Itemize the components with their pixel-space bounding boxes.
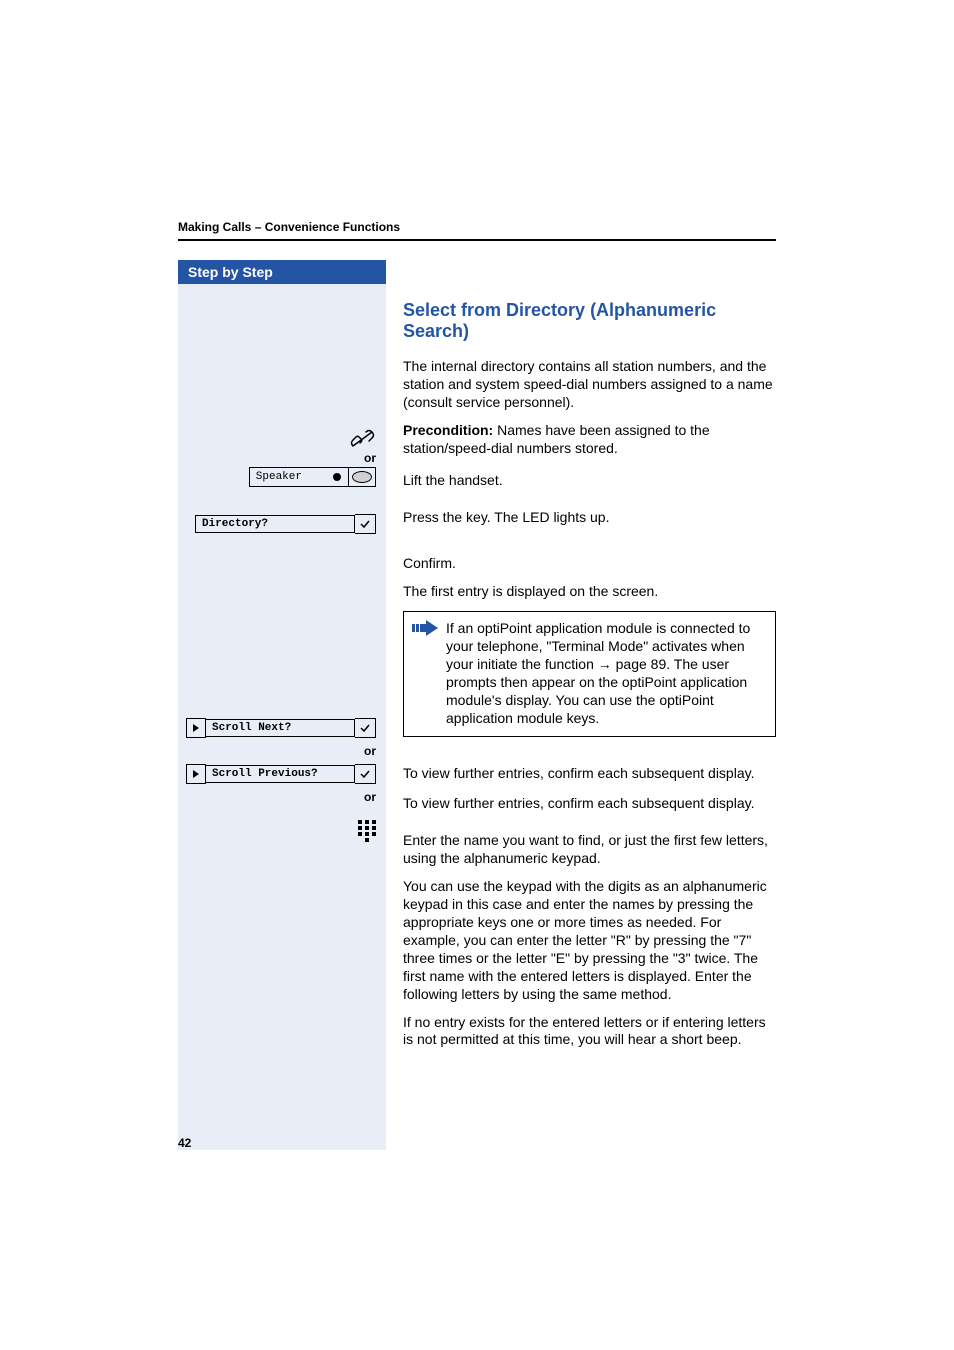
page-header: Making Calls – Convenience Functions (178, 220, 776, 241)
page-number: 42 (178, 1136, 191, 1150)
sidebar-header: Step by Step (178, 260, 386, 284)
first-entry-text: The first entry is displayed on the scre… (403, 583, 776, 601)
confirm-check-icon (355, 514, 376, 534)
scroll-next-prompt: Scroll Next? (186, 718, 376, 738)
note-arrow-icon (412, 620, 438, 641)
speaker-key-label: Speaker (250, 471, 332, 483)
lift-handset-text: Lift the handset. (403, 472, 776, 490)
heading: Select from Directory (Alphanumeric Sear… (403, 300, 776, 342)
sidebar-title: Step by Step (188, 264, 273, 280)
keypad-icon (358, 820, 376, 842)
or-label-1: or (364, 451, 376, 465)
note-box: If an optiPoint application module is co… (403, 611, 776, 736)
header-rule (178, 239, 776, 241)
scroll-next-text: Scroll Next? (205, 719, 355, 737)
enter-name-text: Enter the name you want to find, or just… (403, 832, 776, 868)
nav-next-icon (186, 718, 206, 738)
handset-icon (350, 429, 376, 452)
or-label-3: or (364, 790, 376, 804)
page: Making Calls – Convenience Functions Ste… (0, 0, 954, 1350)
directory-prompt-text: Directory? (195, 515, 355, 533)
section-title: Making Calls – Convenience Functions (178, 220, 776, 235)
directory-prompt: Directory? (195, 514, 376, 534)
precondition-label: Precondition: (403, 422, 493, 438)
scroll-previous-text: Scroll Previous? (205, 765, 355, 783)
scroll-previous-prompt: Scroll Previous? (186, 764, 376, 784)
sidebar-body: or Speaker Directory? (178, 284, 386, 1150)
confirm-check-icon-2 (355, 718, 376, 738)
view-next-text: To view further entries, confirm each su… (403, 765, 776, 783)
led-indicator-icon (332, 472, 348, 482)
key-button-icon (348, 468, 375, 486)
no-entry-text: If no entry exists for the entered lette… (403, 1014, 776, 1050)
keypad-usage-text: You can use the keypad with the digits a… (403, 878, 776, 1003)
main-content: Select from Directory (Alphanumeric Sear… (403, 300, 776, 1059)
precondition-paragraph: Precondition: Names have been assigned t… (403, 422, 776, 458)
speaker-key: Speaker (249, 467, 376, 487)
nav-prev-icon (186, 764, 206, 784)
confirm-check-icon-3 (355, 764, 376, 784)
press-key-text: Press the key. The LED lights up. (403, 509, 776, 527)
intro-paragraph: The internal directory contains all stat… (403, 358, 776, 412)
note-text: If an optiPoint application module is co… (446, 620, 750, 726)
view-prev-text: To view further entries, confirm each su… (403, 795, 776, 813)
or-label-2: or (364, 744, 376, 758)
confirm-text: Confirm. (403, 555, 776, 573)
